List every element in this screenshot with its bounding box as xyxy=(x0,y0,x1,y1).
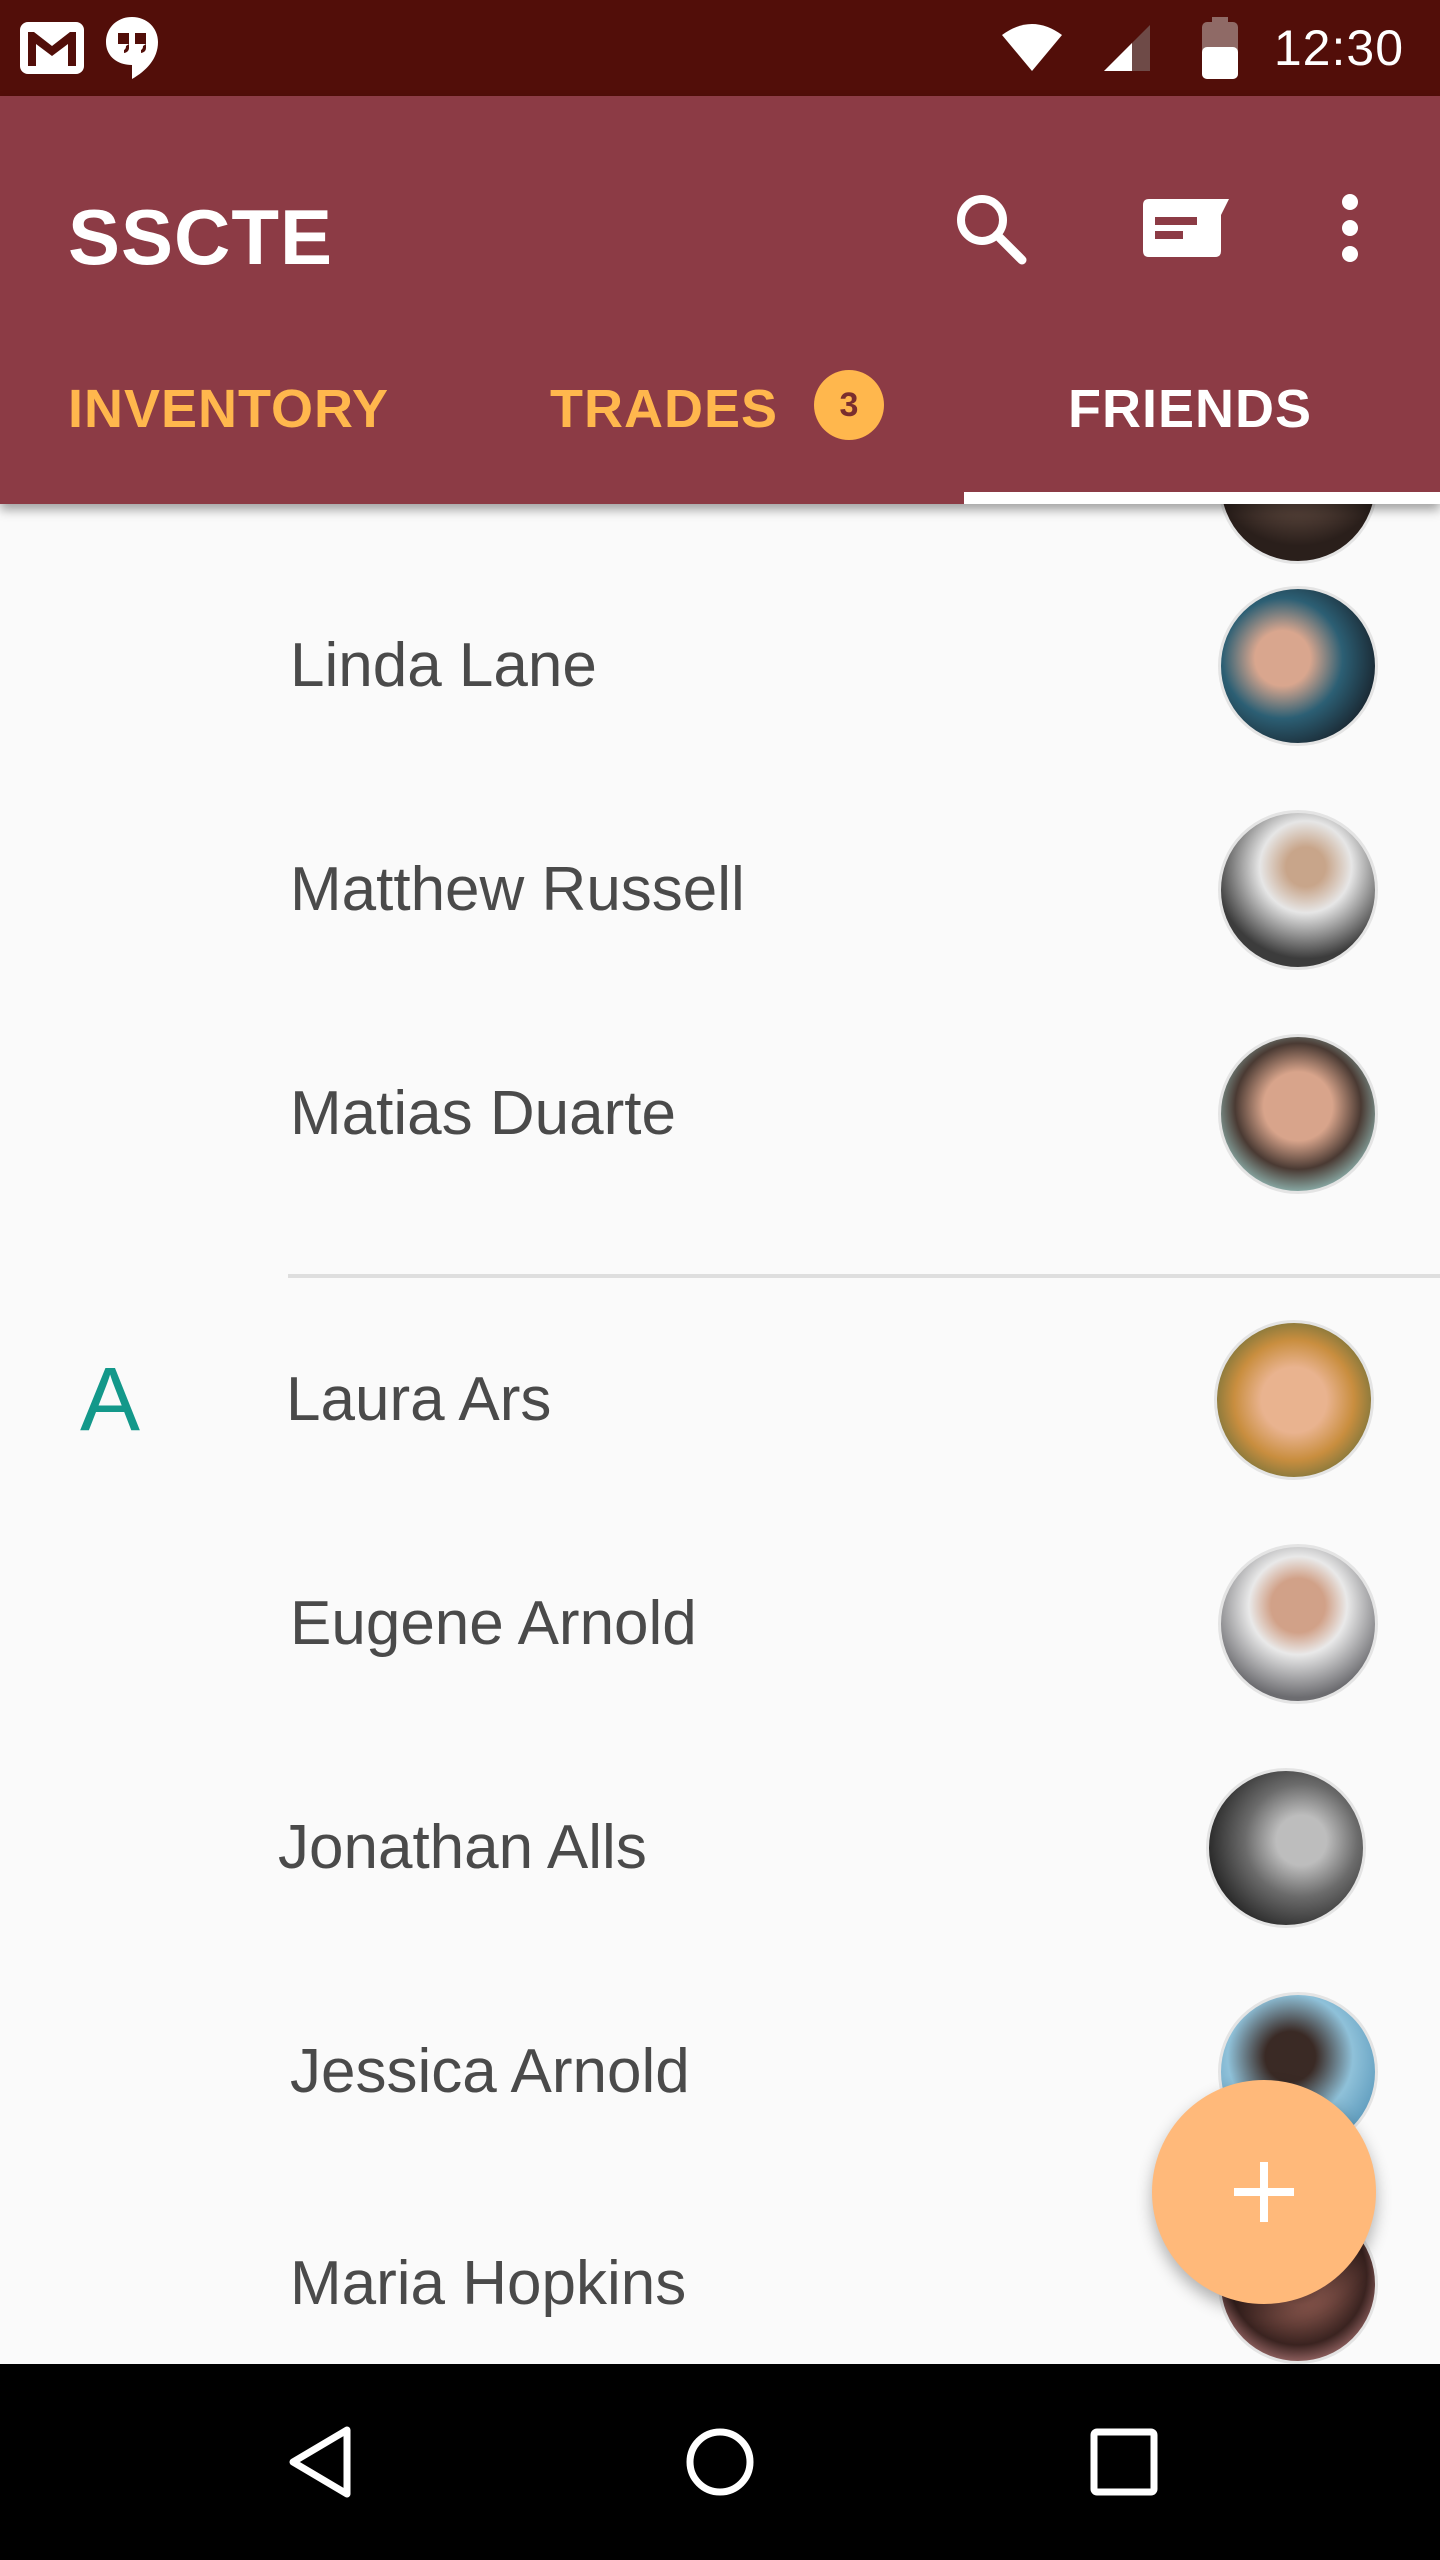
avatar xyxy=(1214,1320,1374,1480)
list-item[interactable]: Matthew Russell xyxy=(0,778,1440,1002)
trades-badge: 3 xyxy=(814,370,884,440)
friends-list[interactable]: Linda Lane Matthew Russell Matias Duarte… xyxy=(0,504,1440,2364)
app-bar: SSCTE INVENTORY TRADES 3 FRIENDS xyxy=(0,96,1440,504)
status-time: 12:30 xyxy=(1273,20,1404,76)
back-icon[interactable] xyxy=(220,2364,420,2560)
cell-signal-icon xyxy=(1102,0,1152,96)
avatar xyxy=(1218,810,1378,970)
friend-name: Jessica Arnold xyxy=(290,2037,690,2106)
battery-icon xyxy=(1202,0,1238,96)
avatar xyxy=(1218,586,1378,746)
friend-name: Maria Hopkins xyxy=(290,2249,687,2318)
friend-name: Eugene Arnold xyxy=(290,1589,697,1658)
plus-icon xyxy=(1234,2162,1294,2222)
gmail-icon xyxy=(18,0,86,96)
recents-icon[interactable] xyxy=(1024,2364,1224,2560)
home-icon[interactable] xyxy=(620,2364,820,2560)
list-item[interactable]: A Laura Ars xyxy=(0,1288,1440,1512)
list-item[interactable]: Jonathan Alls xyxy=(0,1736,1440,1960)
tab-inventory[interactable]: INVENTORY xyxy=(68,354,389,464)
tab-friends[interactable]: FRIENDS xyxy=(1068,354,1312,464)
friend-name: Jonathan Alls xyxy=(278,1813,647,1882)
list-item[interactable]: Eugene Arnold xyxy=(0,1512,1440,1736)
friend-name: Matias Duarte xyxy=(290,1079,676,1148)
friend-name: Matthew Russell xyxy=(290,855,745,924)
more-vert-icon[interactable] xyxy=(1300,178,1400,278)
app-title: SSCTE xyxy=(68,193,334,281)
avatar xyxy=(1206,1768,1366,1928)
message-icon[interactable] xyxy=(1136,178,1236,278)
hangouts-icon xyxy=(104,0,160,96)
list-item[interactable]: Linda Lane xyxy=(0,554,1440,778)
friend-name: Linda Lane xyxy=(290,631,597,700)
search-icon[interactable] xyxy=(940,178,1040,278)
avatar xyxy=(1218,1544,1378,1704)
tab-indicator xyxy=(964,492,1440,504)
add-friend-fab[interactable] xyxy=(1152,2080,1376,2304)
section-letter: A xyxy=(80,1350,141,1450)
friend-name: Laura Ars xyxy=(286,1365,552,1434)
avatar xyxy=(1218,1034,1378,1194)
status-bar: 12:30 xyxy=(0,0,1440,96)
wifi-icon xyxy=(1002,0,1062,96)
tab-trades[interactable]: TRADES xyxy=(550,354,778,464)
section-divider xyxy=(288,1274,1440,1278)
list-item[interactable]: Matias Duarte xyxy=(0,1002,1440,1226)
navigation-bar xyxy=(0,2364,1440,2560)
